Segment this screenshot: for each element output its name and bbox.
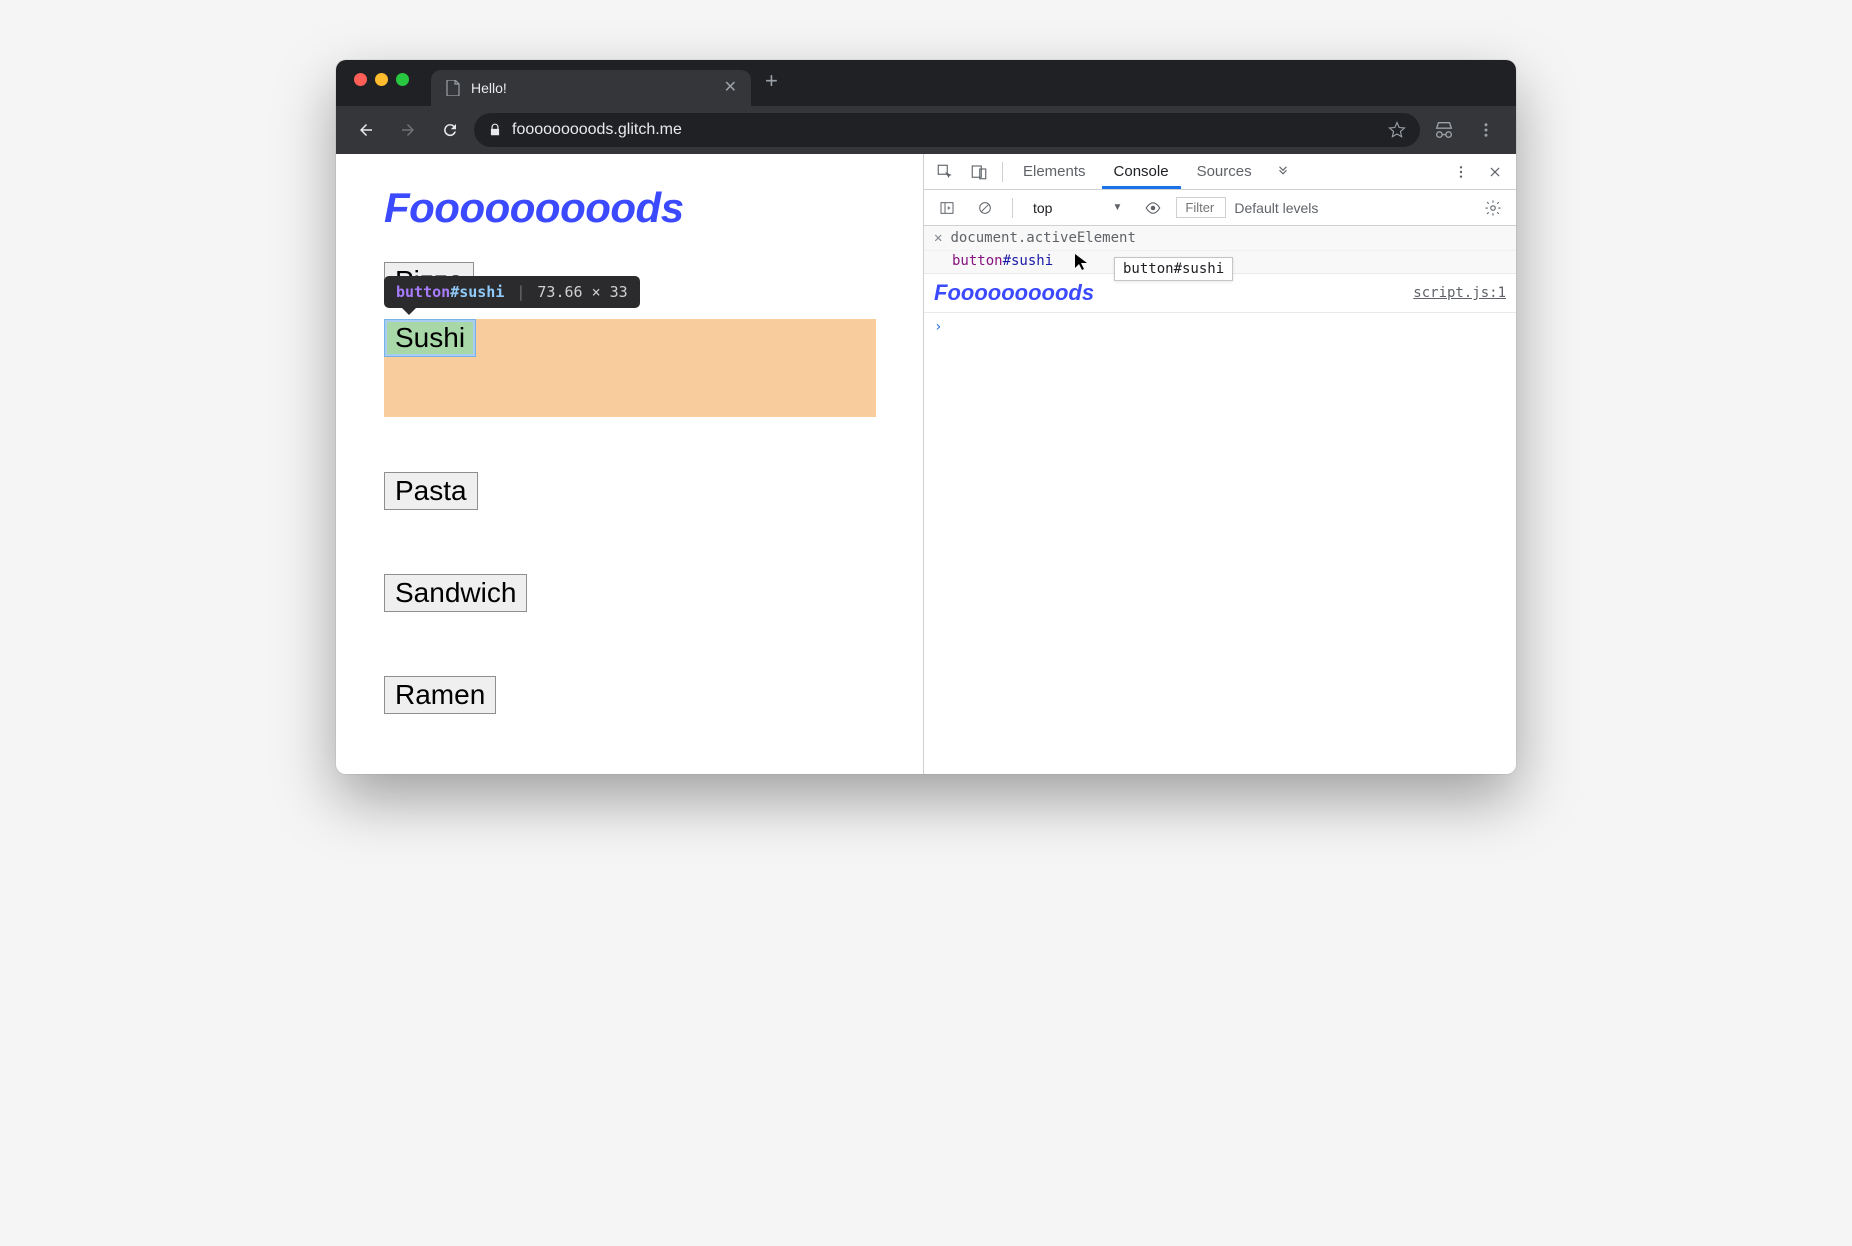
console-toolbar: top ▼ Default levels	[924, 190, 1516, 226]
tooltip-id: #sushi	[450, 283, 504, 301]
chevron-down-icon: ▼	[1112, 202, 1122, 213]
minimize-window-button[interactable]	[375, 73, 388, 86]
forward-button[interactable]	[390, 112, 426, 148]
maximize-window-button[interactable]	[396, 73, 409, 86]
context-selector[interactable]: top ▼	[1025, 195, 1130, 221]
sushi-button[interactable]: Sushi	[384, 319, 476, 357]
context-value: top	[1033, 200, 1052, 216]
devtools-menu-button[interactable]	[1446, 157, 1476, 187]
divider	[1012, 198, 1013, 218]
console-settings-button[interactable]	[1478, 193, 1508, 223]
address-bar[interactable]: fooooooooods.glitch.me	[474, 113, 1420, 147]
cursor-icon	[1074, 253, 1088, 271]
page-icon	[445, 80, 461, 96]
back-button[interactable]	[348, 112, 384, 148]
star-icon[interactable]	[1388, 121, 1406, 139]
more-tabs-button[interactable]	[1268, 157, 1298, 187]
device-toolbar-button[interactable]	[964, 157, 994, 187]
content-area: Fooooooooods Pizza button#sushi | 73.66 …	[336, 154, 1516, 774]
console-prompt[interactable]: ›	[924, 313, 1516, 341]
page-pane: Fooooooooods Pizza button#sushi | 73.66 …	[336, 154, 924, 774]
close-devtools-button[interactable]	[1480, 157, 1510, 187]
console-log-source-link[interactable]: script.js:1	[1413, 285, 1506, 301]
prompt-chevron-icon: ›	[934, 319, 942, 335]
result-id: #sushi	[1003, 253, 1054, 269]
close-tab-button[interactable]: ✕	[724, 80, 737, 96]
devtools-panel: Elements Console Sources	[924, 154, 1516, 774]
url-text: fooooooooods.glitch.me	[512, 121, 1378, 139]
element-inspector-tooltip: button#sushi | 73.66 × 33	[384, 276, 640, 308]
titlebar: Hello! ✕ +	[336, 60, 1516, 106]
tab-sources[interactable]: Sources	[1185, 154, 1264, 189]
console-log-message: Fooooooooods	[934, 280, 1413, 306]
toolbar: fooooooooods.glitch.me	[336, 106, 1516, 154]
inspect-element-button[interactable]	[930, 157, 960, 187]
browser-tab[interactable]: Hello! ✕	[431, 70, 751, 106]
new-tab-button[interactable]: +	[751, 68, 792, 94]
divider	[1002, 162, 1003, 182]
tab-elements[interactable]: Elements	[1011, 154, 1098, 189]
close-window-button[interactable]	[354, 73, 367, 86]
window-controls	[354, 73, 409, 86]
clear-console-button[interactable]	[970, 193, 1000, 223]
lock-icon	[488, 123, 502, 137]
menu-button[interactable]	[1468, 121, 1504, 139]
tooltip-tag: button	[396, 283, 450, 301]
reload-button[interactable]	[432, 112, 468, 148]
remove-expression-button[interactable]: ✕	[934, 230, 942, 246]
tooltip-dimensions: 73.66 × 33	[537, 283, 627, 301]
live-expression-button[interactable]	[1138, 193, 1168, 223]
filter-input[interactable]	[1176, 197, 1226, 218]
live-expression-row: ✕ document.activeElement	[924, 226, 1516, 251]
element-hover-tooltip: button#sushi	[1114, 257, 1233, 281]
page-heading: Fooooooooods	[384, 184, 875, 232]
tab-title: Hello!	[471, 80, 714, 96]
devtools-tabbar: Elements Console Sources	[924, 154, 1516, 190]
result-tag: button	[952, 253, 1003, 269]
sandwich-button[interactable]: Sandwich	[384, 574, 527, 612]
tooltip-separator: |	[516, 283, 525, 301]
log-levels-dropdown[interactable]: Default levels	[1234, 200, 1318, 216]
tab-console[interactable]: Console	[1102, 154, 1181, 189]
live-expression-text[interactable]: document.activeElement	[950, 230, 1135, 246]
incognito-icon[interactable]	[1426, 119, 1462, 141]
pasta-button[interactable]: Pasta	[384, 472, 478, 510]
ramen-button[interactable]: Ramen	[384, 676, 496, 714]
live-expression-result[interactable]: button#sushi button#sushi	[924, 251, 1516, 274]
chrome-window: Hello! ✕ + fooooooooods.glitch.me	[336, 60, 1516, 774]
console-sidebar-toggle[interactable]	[932, 193, 962, 223]
